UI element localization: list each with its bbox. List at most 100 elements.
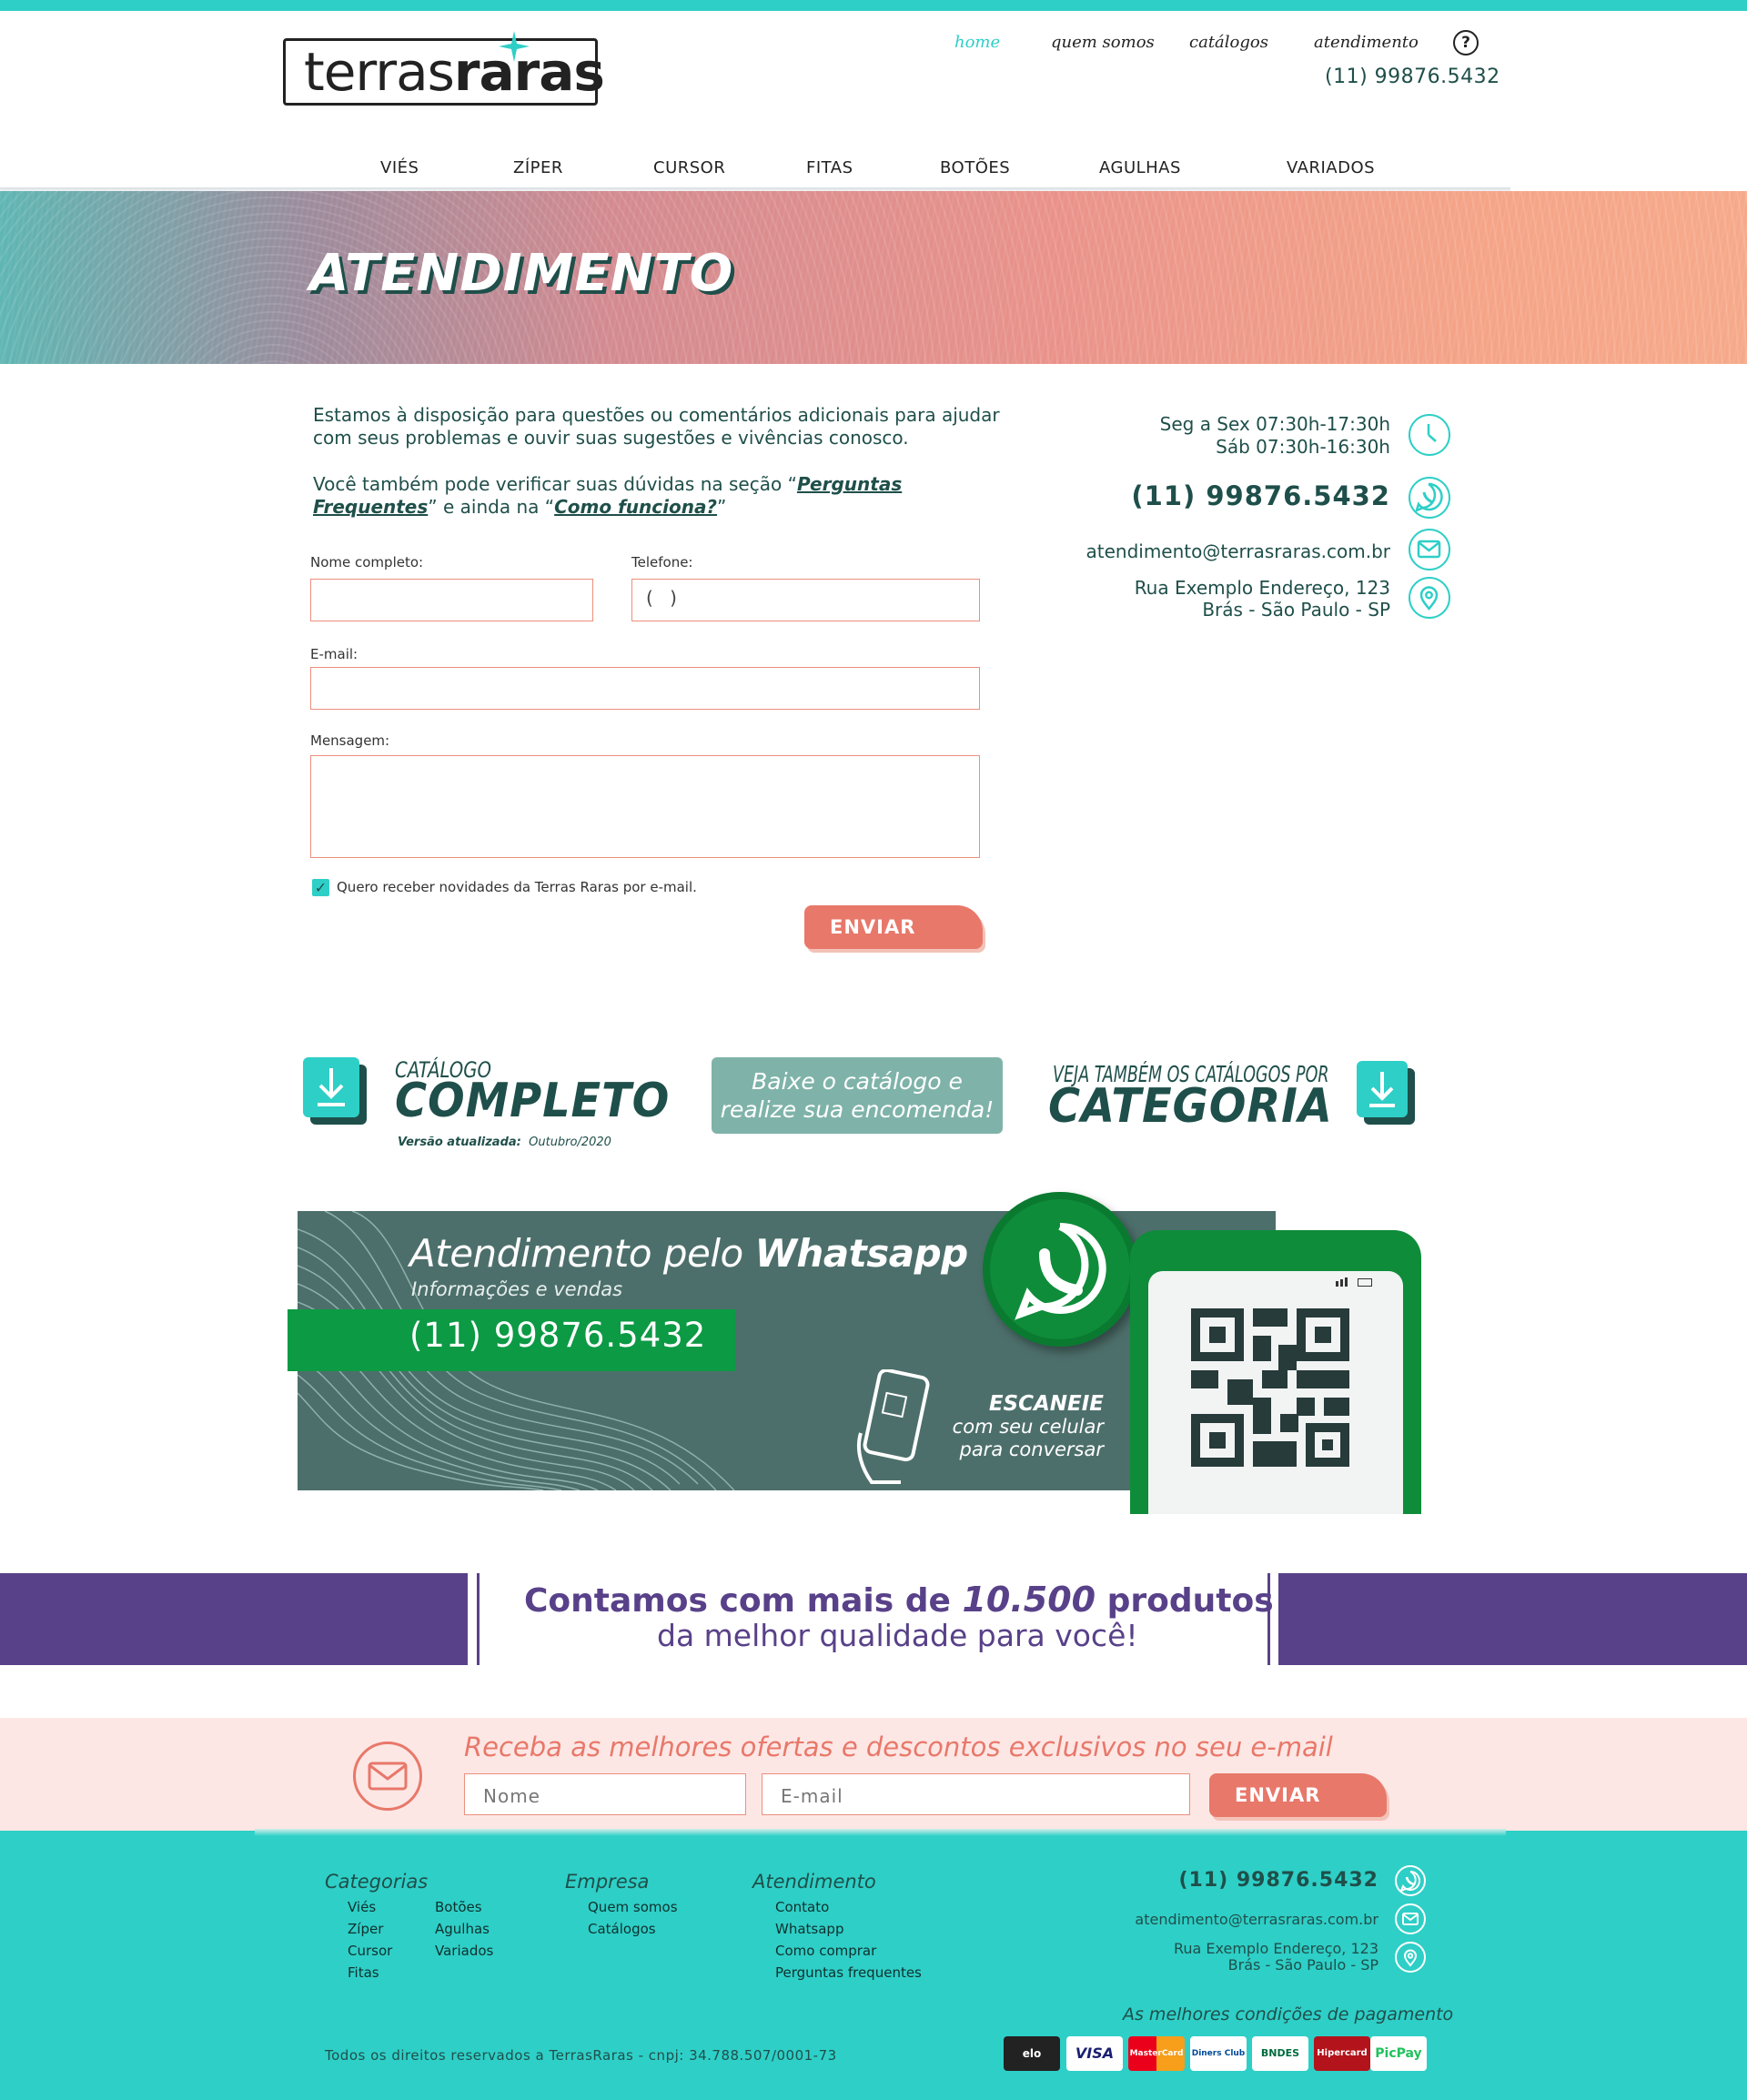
qr-code[interactable] xyxy=(1191,1308,1349,1467)
logo[interactable]: terras raras xyxy=(283,38,605,106)
catnav-variados[interactable]: VARIADOS xyxy=(1287,158,1375,177)
email-label: E-mail: xyxy=(310,646,358,662)
scan-line-3: para conversar xyxy=(959,1439,1104,1460)
how-it-works-link[interactable]: Como funciona? xyxy=(554,496,717,518)
footer-link-faq[interactable]: Perguntas frequentes xyxy=(775,1962,922,1984)
footer-link-agulhas[interactable]: Agulhas xyxy=(435,1918,493,1940)
footer-link-whatsapp[interactable]: Whatsapp xyxy=(775,1918,922,1940)
catnav-fitas[interactable]: FITAS xyxy=(806,158,853,177)
topnav-home[interactable]: home xyxy=(954,33,1000,52)
catnav-botoes[interactable]: BOTÕES xyxy=(940,158,1010,177)
whatsapp-icon xyxy=(1015,1222,1106,1320)
purple-band-left xyxy=(0,1573,468,1665)
catalog-cta-banner[interactable]: Baixe o catálogo e realize sua encomenda… xyxy=(712,1057,1003,1134)
hero-banner xyxy=(0,191,1747,364)
footer-link-como-comprar[interactable]: Como comprar xyxy=(775,1940,922,1962)
footer-phone[interactable]: (11) 99876.5432 xyxy=(1178,1869,1378,1892)
wa-title-bold: Whatsapp xyxy=(754,1231,969,1276)
message-field[interactable] xyxy=(310,755,980,858)
location-pin-icon xyxy=(1409,577,1450,619)
intro-text-span: Você também pode verificar suas dúvidas … xyxy=(313,473,797,495)
email-field[interactable] xyxy=(310,667,980,710)
hours-saturday: Sáb 07:30h-16:30h xyxy=(1216,436,1390,458)
whatsapp-logo[interactable] xyxy=(983,1192,1137,1347)
phone-field[interactable] xyxy=(631,579,980,621)
contact-address: Rua Exemplo Endereço, 123 Brás - São Pau… xyxy=(1135,577,1390,621)
hours-weekdays: Seg a Sex 07:30h-17:30h xyxy=(1159,413,1390,435)
mail-icon xyxy=(1409,529,1450,570)
products-text-after: produtos xyxy=(1096,1582,1274,1620)
footer-atendimento-title: Atendimento xyxy=(752,1871,876,1893)
header-phone[interactable]: (11) 99876.5432 xyxy=(1325,66,1500,88)
footer-link-variados[interactable]: Variados xyxy=(435,1940,493,1962)
payment-elo: elo xyxy=(1004,2036,1060,2071)
catnav-cursor[interactable]: CURSOR xyxy=(653,158,725,177)
download-complete-catalog-icon[interactable] xyxy=(303,1057,359,1117)
payment-picpay: PicPay xyxy=(1370,2036,1427,2071)
newsletter-name-input[interactable]: Nome xyxy=(464,1773,746,1815)
catalog-cta-line-2: realize sua encomenda! xyxy=(720,1096,995,1123)
products-count: 10.500 xyxy=(962,1580,1096,1620)
scan-line-2: com seu celular xyxy=(952,1416,1104,1438)
message-label: Mensagem: xyxy=(310,732,390,749)
version-value: Outubro/2020 xyxy=(529,1136,611,1149)
footer-link-fitas[interactable]: Fitas xyxy=(348,1962,392,1984)
phone-label: Telefone: xyxy=(631,554,693,570)
contact-email[interactable]: atendimento@terrasraras.com.br xyxy=(1086,540,1390,562)
footer-link-quem-somos[interactable]: Quem somos xyxy=(588,1896,678,1918)
catalog-category-title[interactable]: CATEGORIA xyxy=(1048,1079,1333,1134)
footer-empresa-title: Empresa xyxy=(565,1871,650,1893)
footer-link-vies[interactable]: Viés xyxy=(348,1896,392,1918)
footer-categorias-title: Categorias xyxy=(325,1871,429,1893)
footer-address: Rua Exemplo Endereço, 123 Brás - São Pau… xyxy=(1174,1941,1378,1974)
page-title: ATENDIMENTO xyxy=(309,244,734,303)
newsletter-checkbox[interactable]: ✓ xyxy=(312,879,329,896)
name-label: Nome completo: xyxy=(310,554,424,570)
payment-diners: Diners Club xyxy=(1190,2036,1247,2071)
products-text-before: Contamos com mais de xyxy=(524,1582,963,1620)
newsletter-email-input[interactable]: E-mail xyxy=(762,1773,1190,1815)
topnav-quem-somos[interactable]: quem somos xyxy=(1051,33,1155,52)
payment-bndes: BNDES xyxy=(1252,2036,1308,2071)
topnav-atendimento[interactable]: atendimento xyxy=(1314,33,1419,52)
footer-address-line-2: Brás - São Paulo - SP xyxy=(1227,1956,1378,1974)
name-field[interactable] xyxy=(310,579,593,621)
footer-divider xyxy=(255,1829,1506,1836)
whatsapp-banner-title: Atendimento pelo Whatsapp xyxy=(409,1231,968,1276)
catnav-ziper[interactable]: ZÍPER xyxy=(513,158,563,177)
phone-status-icons xyxy=(1334,1277,1374,1287)
contact-phone[interactable]: (11) 99876.5432 xyxy=(1131,480,1390,511)
envelope-icon xyxy=(353,1742,422,1811)
footer-link-botoes[interactable]: Botões xyxy=(435,1896,493,1918)
scan-instructions: ESCANEIE com seu celular para conversar xyxy=(953,1392,1104,1461)
intro-paragraph-2: Você também pode verificar suas dúvidas … xyxy=(313,473,1005,519)
catnav-vies[interactable]: VIÉS xyxy=(380,158,419,177)
intro-text: Estamos à disposição para questões ou co… xyxy=(313,404,1005,519)
payment-visa: VISA xyxy=(1066,2036,1123,2071)
whatsapp-phone[interactable]: (11) 99876.5432 xyxy=(409,1316,706,1355)
submit-button[interactable]: ENVIAR xyxy=(804,905,983,949)
footer-address-line-1: Rua Exemplo Endereço, 123 xyxy=(1173,1940,1378,1957)
newsletter-title: Receba as melhores ofertas e descontos e… xyxy=(464,1731,1333,1762)
logo-text-light: terras xyxy=(304,41,455,103)
payment-title: As melhores condições de pagamento xyxy=(1123,2004,1454,2024)
footer-link-cursor[interactable]: Cursor xyxy=(348,1940,392,1962)
scan-bold: ESCANEIE xyxy=(988,1392,1104,1416)
wa-title-regular: Atendimento pelo xyxy=(409,1231,755,1276)
address-line-2: Brás - São Paulo - SP xyxy=(1202,599,1390,621)
topnav-catalogos[interactable]: catálogos xyxy=(1189,33,1268,52)
footer-link-catalogos[interactable]: Catálogos xyxy=(588,1918,678,1940)
version-label: Versão atualizada: xyxy=(398,1136,521,1149)
download-category-catalog-icon[interactable] xyxy=(1357,1061,1408,1117)
question-circle-icon[interactable]: ? xyxy=(1453,30,1479,56)
catnav-agulhas[interactable]: AGULHAS xyxy=(1099,158,1181,177)
footer-link-contato[interactable]: Contato xyxy=(775,1896,922,1918)
phone-placeholder: ( ) xyxy=(646,587,682,609)
purple-band-right xyxy=(1278,1573,1747,1665)
footer-email[interactable]: atendimento@terrasraras.com.br xyxy=(1135,1911,1378,1928)
newsletter-submit-button[interactable]: ENVIAR xyxy=(1209,1773,1387,1817)
footer-link-ziper[interactable]: Zíper xyxy=(348,1918,392,1940)
intro-text-span: ” xyxy=(717,496,727,518)
footer-empresa-links: Quem somos Catálogos xyxy=(588,1896,678,1940)
catalog-complete-title[interactable]: COMPLETO xyxy=(395,1074,670,1128)
